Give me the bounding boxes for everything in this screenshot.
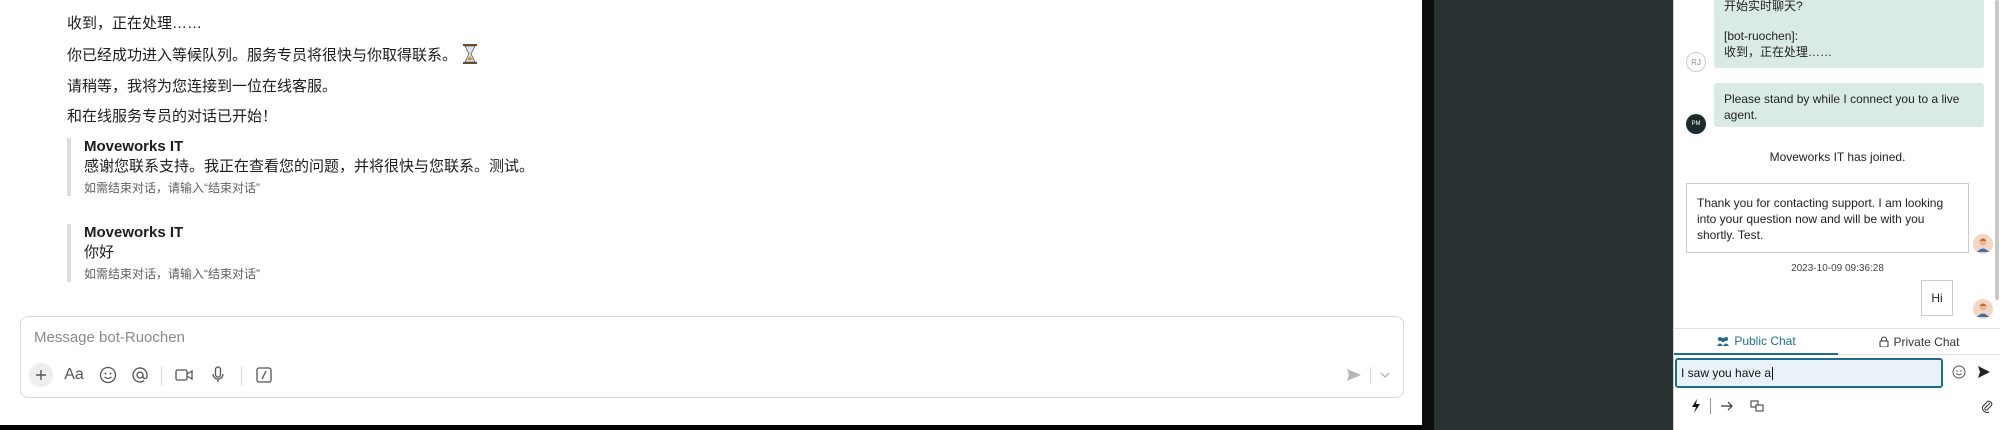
divider xyxy=(161,366,162,386)
send-icon[interactable] xyxy=(1975,363,1993,381)
video-icon[interactable] xyxy=(173,364,195,386)
mention-icon[interactable] xyxy=(129,364,151,386)
emoji-icon[interactable] xyxy=(1950,363,1968,381)
tab-label: Private Chat xyxy=(1893,334,1960,349)
message-composer[interactable]: Message bot-Ruochen Aa xyxy=(20,316,1404,398)
divider xyxy=(241,366,242,386)
divider xyxy=(1710,398,1711,414)
quote-title: Moveworks IT xyxy=(84,138,184,155)
format-text-button[interactable]: Aa xyxy=(61,363,87,387)
hourglass-icon xyxy=(461,43,479,65)
chat-message-input[interactable]: I saw you have a xyxy=(1675,358,1943,388)
transfer-arrow-icon[interactable] xyxy=(1718,398,1736,414)
agent-message-bubble: Thank you for contacting support. I am l… xyxy=(1686,183,1969,253)
bubble-line: 收到，正在处理…… xyxy=(1724,45,1833,59)
tab-private-chat[interactable]: Private Chat xyxy=(1838,329,2000,355)
lightning-icon[interactable] xyxy=(1688,398,1704,414)
chat-tabs: Public Chat Private Chat xyxy=(1674,328,2000,355)
agent-quote: Moveworks IT 你好 如需结束对话，请输入“结束对话” xyxy=(67,224,260,282)
agent-quote: Moveworks IT 感谢您联系支持。我正在查看您的问题，并将很快与您联系。… xyxy=(67,138,534,196)
message-text: 请稍等，我将为您连接到一位在线客服。 xyxy=(67,78,338,95)
sidebar-strip xyxy=(1434,0,1474,430)
shortcuts-icon[interactable] xyxy=(253,364,275,386)
lock-icon xyxy=(1879,336,1889,347)
users-icon xyxy=(1716,336,1730,346)
paperclip-icon[interactable] xyxy=(1979,398,1995,414)
emoji-icon[interactable] xyxy=(97,364,119,386)
message-row: 你已经成功进入等候队列。服务专员将很快与你取得联系。 xyxy=(67,43,479,65)
live-chat-widget: 开始实时聊天? [bot-ruochen]: 收到，正在处理…… RJ Plea… xyxy=(1673,0,2000,430)
plus-icon[interactable] xyxy=(29,363,53,387)
message-text: 和在线服务专员的对话已开始！ xyxy=(67,108,278,125)
user-avatar: RJ xyxy=(1686,52,1706,72)
tab-label: Public Chat xyxy=(1734,334,1796,348)
bot-message-bubble: Please stand by while I connect you to a… xyxy=(1714,83,1984,127)
pane-divider xyxy=(1422,0,1434,430)
bot-avatar: PM xyxy=(1686,114,1706,134)
quote-footer: 如需结束对话，请输入“结束对话” xyxy=(84,267,260,281)
message-text: 你已经成功进入等候队列。服务专员将很快与你取得联系。 xyxy=(67,46,458,64)
chevron-down-icon[interactable] xyxy=(1375,365,1395,385)
send-icon[interactable] xyxy=(1344,365,1364,385)
quote-body: 感谢您联系支持。我正在查看您的问题，并将很快与您联系。测试。 xyxy=(84,158,535,175)
scrollbar[interactable] xyxy=(1995,0,1999,300)
quote-body: 你好 xyxy=(84,244,115,261)
message-text: 收到，正在处理…… xyxy=(67,15,203,32)
quote-title: Moveworks IT xyxy=(84,224,184,241)
microphone-icon[interactable] xyxy=(207,364,229,386)
translate-icon[interactable] xyxy=(1748,398,1766,414)
screen: 收到，正在处理…… 你已经成功进入等候队列。服务专员将很快与你取得联系。 请稍等… xyxy=(0,0,2000,430)
bubble-line: [bot-ruochen]: xyxy=(1724,29,1799,43)
bot-message-bubble: 开始实时聊天? [bot-ruochen]: 收到，正在处理…… xyxy=(1714,0,1984,68)
agent-avatar-icon xyxy=(1973,299,1993,319)
tab-public-chat[interactable]: Public Chat xyxy=(1674,329,1838,355)
composer-placeholder[interactable]: Message bot-Ruochen xyxy=(34,329,185,346)
text-cursor xyxy=(1772,367,1774,381)
agent-avatar-icon xyxy=(1973,234,1993,254)
system-notice: Moveworks IT has joined. xyxy=(1769,150,1906,164)
divider xyxy=(1370,367,1371,383)
input-value: I saw you have a xyxy=(1681,366,1772,380)
agent-message-bubble: Hi xyxy=(1921,280,1953,316)
message-timestamp: 2023-10-09 09:36:28 xyxy=(1791,263,1884,274)
quote-footer: 如需结束对话，请输入“结束对话” xyxy=(84,181,260,195)
slack-channel-pane: 收到，正在处理…… 你已经成功进入等候队列。服务专员将很快与你取得联系。 请稍等… xyxy=(0,0,1422,425)
bubble-line: 开始实时聊天? xyxy=(1724,0,1803,13)
